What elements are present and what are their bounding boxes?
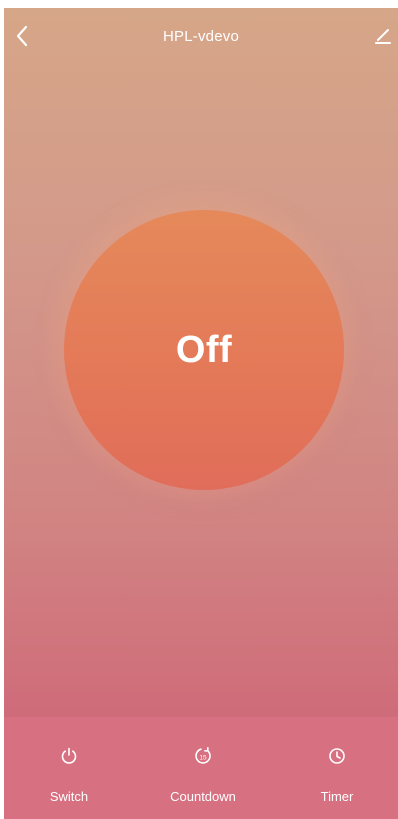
power-icon — [61, 747, 77, 764]
svg-text:15: 15 — [199, 755, 207, 762]
power-toggle-button[interactable]: Off — [64, 210, 344, 490]
tab-switch-label: Switch — [49, 789, 89, 804]
page-title: HPL-vdevo — [162, 28, 239, 45]
edit-button[interactable] — [370, 22, 396, 50]
device-screen: HPL-vdevo Off Switch 15 Countdown Timer — [4, 8, 398, 819]
countdown-icon: 15 — [195, 746, 211, 764]
tab-timer-label: Timer — [320, 789, 354, 804]
tab-switch[interactable]: Switch — [14, 717, 124, 819]
power-state-label: Off — [175, 328, 233, 371]
tab-timer[interactable]: Timer — [282, 717, 392, 819]
tab-countdown-label: Countdown — [170, 789, 236, 804]
header: HPL-vdevo — [4, 8, 398, 64]
bottom-tab-bar: Switch 15 Countdown Timer — [4, 717, 398, 819]
pencil-icon — [375, 29, 391, 44]
clock-icon — [329, 748, 345, 764]
tab-countdown[interactable]: 15 Countdown — [148, 717, 258, 819]
